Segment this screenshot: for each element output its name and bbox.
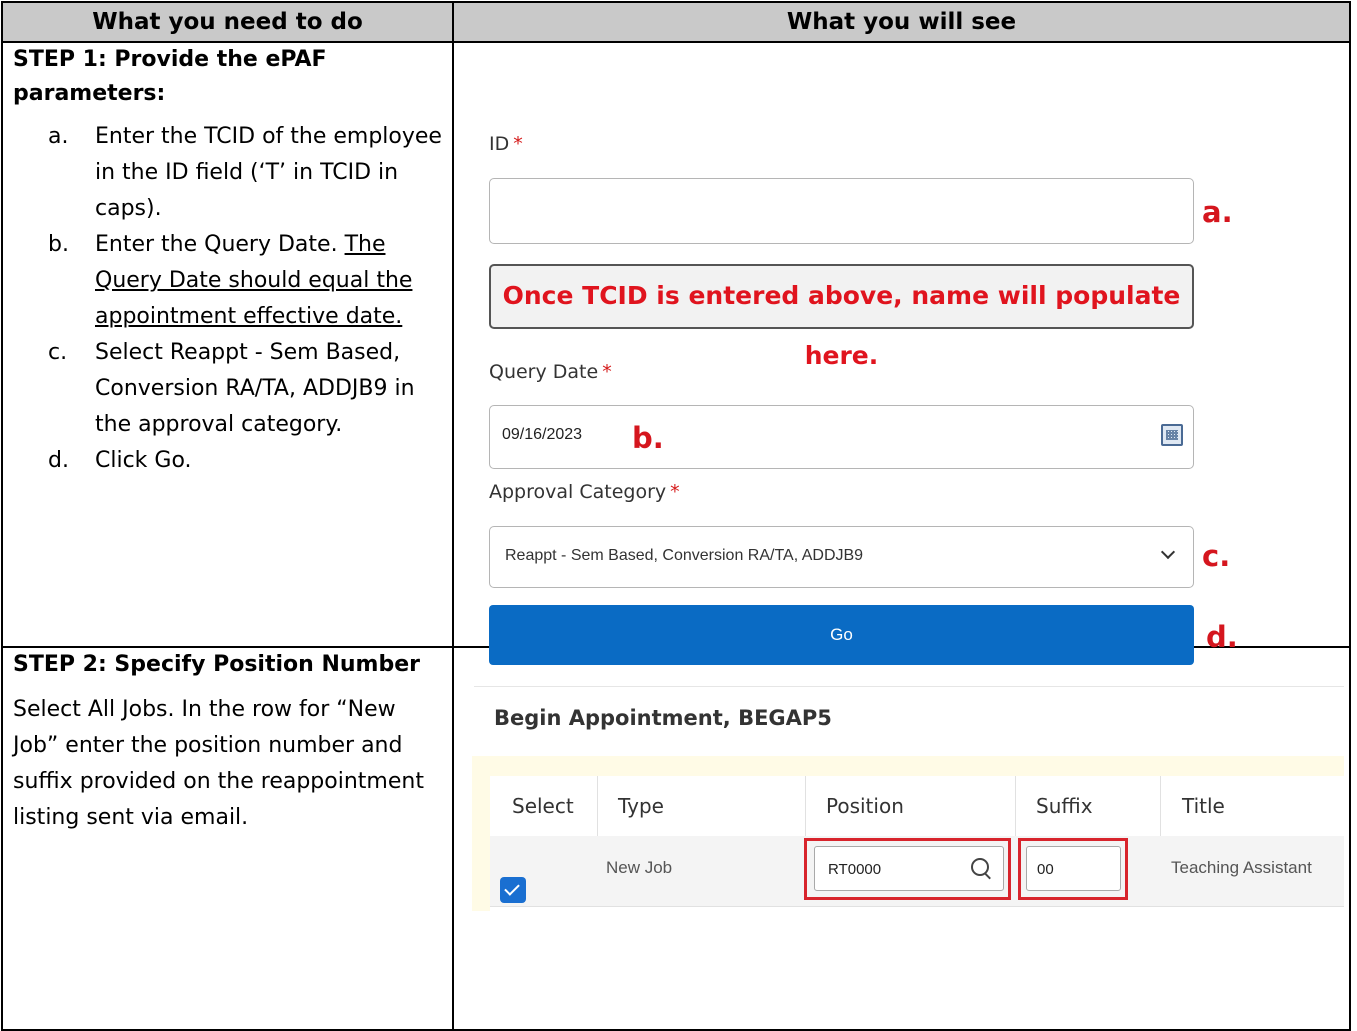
header-left: What you need to do	[1, 0, 454, 44]
column-divider	[1015, 776, 1016, 837]
column-header-suffix: Suffix	[1036, 794, 1093, 819]
required-mark: *	[602, 361, 612, 384]
query-date-value: 09/16/2023	[502, 426, 583, 444]
column-header-title: Title	[1182, 794, 1225, 819]
instruction-table: What you need to do What you will see ST…	[1, 0, 1351, 1031]
suffix-value: 00	[1037, 861, 1054, 879]
query-date-label: Query Date *	[489, 361, 612, 384]
id-input[interactable]	[489, 178, 1194, 245]
query-date-input[interactable]: 09/16/2023	[489, 405, 1194, 470]
step2-screenshot: Begin Appointment, BEGAP5 Select Type Po…	[452, 646, 1351, 1031]
jobs-table-panel: Select Type Position Suffix Title New Jo…	[472, 756, 1344, 912]
column-header-type: Type	[618, 794, 664, 819]
suffix-input[interactable]: 00	[1026, 846, 1121, 892]
column-header-select: Select	[512, 794, 574, 819]
item-letter: b.	[48, 232, 69, 258]
step1-title: STEP 1: Provide the ePAF parameters:	[13, 47, 327, 107]
step2-instructions: STEP 2: Specify Position Number Select A…	[1, 646, 454, 1031]
position-input[interactable]: RT0000	[814, 846, 1004, 892]
approval-category-label: Approval Category *	[489, 481, 680, 504]
step2-title: STEP 2: Specify Position Number	[13, 652, 420, 678]
column-header-position: Position	[826, 794, 904, 819]
row-title: Teaching Assistant	[1171, 858, 1312, 878]
approval-category-select[interactable]: Reappt - Sem Based, Conversion RA/TA, AD…	[489, 526, 1194, 589]
item-text: Select Reappt - Sem Based, Conversion RA…	[95, 340, 415, 438]
item-letter: d.	[48, 448, 69, 474]
step1-list: a. Enter the TCID of the employee in the…	[3, 119, 452, 479]
callout-c: c.	[1202, 539, 1231, 574]
item-text: Enter the TCID of the employee in the ID…	[95, 124, 442, 222]
step1-item-d: d. Click Go.	[3, 443, 452, 479]
approval-category-value: Reappt - Sem Based, Conversion RA/TA, AD…	[505, 547, 864, 565]
callout-a: a.	[1202, 195, 1233, 230]
step1-instructions: STEP 1: Provide the ePAF parameters: a. …	[1, 41, 454, 649]
item-text: Enter the Query Date.	[95, 232, 345, 258]
required-mark: *	[513, 133, 523, 156]
step2-text: Select All Jobs. In the row for “New Job…	[13, 697, 424, 831]
header-right: What you will see	[452, 0, 1351, 44]
calendar-icon[interactable]	[1161, 424, 1183, 447]
required-mark: *	[670, 481, 680, 504]
name-placeholder-note: Once TCID is entered above, name will po…	[489, 264, 1194, 370]
begin-appointment-title: Begin Appointment, BEGAP5	[494, 706, 832, 731]
column-divider	[1160, 776, 1161, 837]
chevron-down-icon	[1160, 544, 1176, 560]
jobs-table: Select Type Position Suffix Title New Jo…	[490, 776, 1344, 912]
step1-item-a: a. Enter the TCID of the employee in the…	[3, 119, 452, 227]
row-type: New Job	[606, 858, 673, 878]
table-row: New Job RT0000 00 Teaching Assistant	[490, 836, 1344, 908]
step1-item-b: b. Enter the Query Date. The Query Date …	[3, 227, 452, 335]
item-letter: c.	[48, 340, 68, 366]
divider	[474, 686, 1344, 688]
id-label: ID *	[489, 133, 523, 156]
position-value: RT0000	[828, 861, 882, 879]
item-letter: a.	[48, 124, 69, 150]
column-divider	[597, 776, 598, 837]
step1-screenshot: ID * a. Once TCID is entered above, name …	[452, 41, 1351, 666]
item-text: Click Go.	[95, 448, 192, 474]
step1-item-c: c. Select Reappt - Sem Based, Conversion…	[3, 335, 452, 443]
callout-b: b.	[632, 421, 664, 456]
column-divider	[805, 776, 806, 837]
search-icon[interactable]	[971, 858, 989, 877]
select-checkbox[interactable]	[500, 877, 526, 904]
